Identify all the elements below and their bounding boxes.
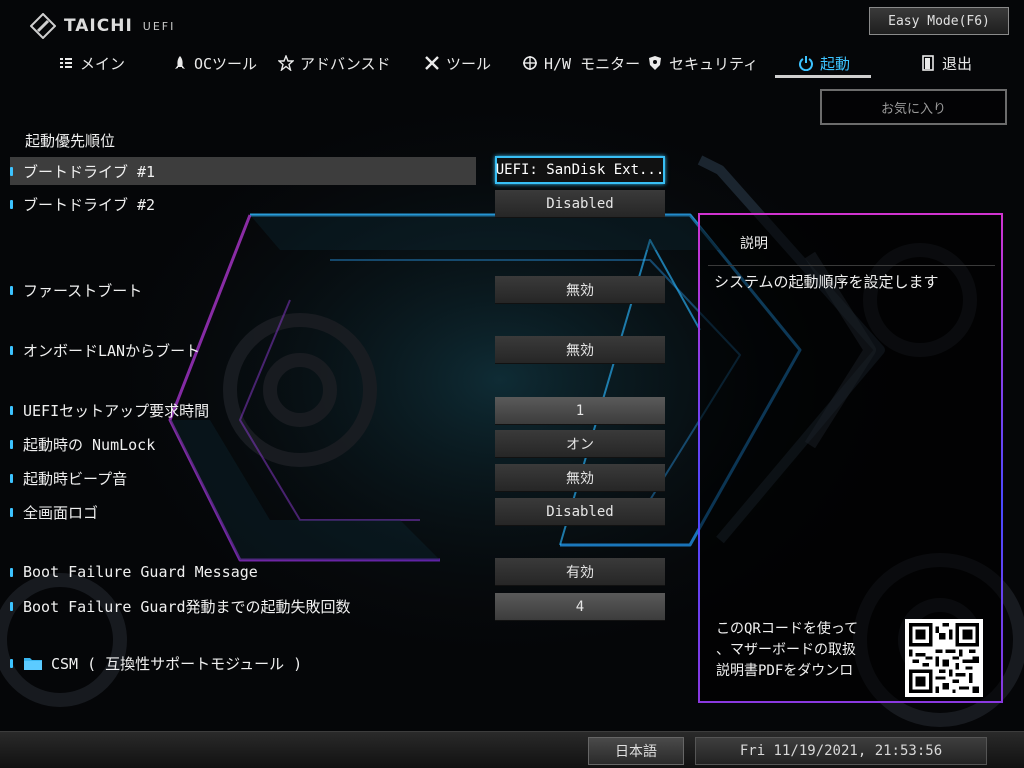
tools-icon <box>425 56 439 70</box>
qr-caption-line: 説明書PDFをダウンロ <box>716 663 854 679</box>
uefi-setup-timeout-input[interactable]: 1 <box>495 397 665 425</box>
setting-label: 起動時の NumLock <box>23 435 156 454</box>
boot-failure-guard-message-value[interactable]: 有効 <box>495 558 665 586</box>
row-bullet <box>10 601 13 611</box>
row-bullet <box>10 567 13 577</box>
tab-security[interactable]: セキュリティ <box>647 48 758 78</box>
row-bullet <box>10 405 13 415</box>
logo-text: TAICHI <box>64 16 133 36</box>
datetime-display: Fri 11/19/2021, 21:53:56 <box>695 737 987 765</box>
setting-full-screen-logo[interactable]: 全画面ロゴ <box>10 498 98 526</box>
taichi-logo: TAICHI UEFI <box>30 12 175 40</box>
row-bullet <box>10 658 13 668</box>
description-text: システムの起動順序を設定します <box>714 273 939 291</box>
csm-submenu[interactable]: CSM ( 互換性サポートモジュール ) <box>10 649 302 677</box>
setting-label: Boot Failure Guard発動までの起動失敗回数 <box>23 597 351 616</box>
csm-label: CSM ( 互換性サポートモジュール ) <box>51 654 303 673</box>
fast-boot-value[interactable]: 無効 <box>495 276 665 304</box>
tab-advanced[interactable]: アドバンスド <box>278 48 390 78</box>
tab-boot[interactable]: 起動 <box>798 48 850 78</box>
setting-boot-failure-guard-count[interactable]: Boot Failure Guard発動までの起動失敗回数 <box>10 592 351 620</box>
crosshair-icon <box>523 56 537 70</box>
setting-label: 起動時ビープ音 <box>23 469 128 488</box>
boot-failure-guard-count-input[interactable]: 4 <box>495 593 665 621</box>
easy-mode-button[interactable]: Easy Mode(F6) <box>869 7 1009 35</box>
tab-tools[interactable]: ツール <box>424 48 491 78</box>
tab-main-label: メイン <box>80 54 126 73</box>
setting-boot-failure-guard-message[interactable]: Boot Failure Guard Message <box>10 558 258 586</box>
setting-bootup-numlock[interactable]: 起動時の NumLock <box>10 430 155 458</box>
tab-advanced-label: アドバンスド <box>300 54 391 73</box>
row-bullet <box>10 166 13 176</box>
setting-label: ブートドライブ #1 <box>23 162 156 181</box>
tab-tools-label: ツール <box>446 54 492 73</box>
row-bullet <box>10 439 13 449</box>
qr-code-image <box>905 619 983 697</box>
logo-subtext: UEFI <box>142 19 176 33</box>
row-bullet <box>10 285 13 295</box>
favorites-button[interactable]: お気に入り <box>820 89 1007 125</box>
shield-icon <box>649 56 661 70</box>
description-title: 説明 <box>740 236 768 252</box>
setting-label: Boot Failure Guard Message <box>23 563 258 581</box>
row-bullet <box>10 199 13 209</box>
boot-priority-title: 起動優先順位 <box>25 132 116 150</box>
setting-label: ファーストブート <box>23 281 143 300</box>
setting-onboard-lan-boot[interactable]: オンボードLANからブート <box>10 336 200 364</box>
bootup-numlock-value[interactable]: オン <box>495 430 665 458</box>
tab-hw-monitor[interactable]: H/W モニター <box>522 48 640 78</box>
active-tab-underline <box>775 75 871 78</box>
setting-fast-boot[interactable]: ファーストブート <box>10 276 142 304</box>
tab-security-label: セキュリティ <box>669 54 759 73</box>
full-screen-logo-value[interactable]: Disabled <box>495 498 665 526</box>
setting-label: 全画面ロゴ <box>23 503 99 522</box>
description-divider <box>708 265 995 266</box>
tab-hw-monitor-label: H/W モニター <box>544 54 641 73</box>
folder-icon <box>24 658 42 670</box>
setting-label: ブートドライブ #2 <box>23 195 156 214</box>
exit-door-icon <box>922 55 934 71</box>
row-bullet <box>10 507 13 517</box>
row-bullet <box>10 473 13 483</box>
tab-boot-label: 起動 <box>820 54 851 73</box>
onboard-lan-boot-value[interactable]: 無効 <box>495 336 665 364</box>
description-panel: 説明 システムの起動順序を設定します このQRコードを使って 、マザーボードの取… <box>698 213 1003 703</box>
tab-exit-label: 退出 <box>942 54 973 73</box>
rocket-icon <box>175 56 185 69</box>
qr-caption: このQRコードを使って 、マザーボードの取扱 説明書PDFをダウンロ <box>716 619 886 682</box>
boot-drive-1-value[interactable]: UEFI: SanDisk Ext... <box>495 156 665 184</box>
tab-oc-tools-label: OCツール <box>194 54 258 73</box>
language-button[interactable]: 日本語 <box>588 737 684 765</box>
qr-caption-line: 、マザーボードの取扱 <box>716 642 856 658</box>
setting-boot-drive-2[interactable]: ブートドライブ #2 <box>10 190 155 218</box>
taichi-logo-icon <box>30 13 56 39</box>
list-icon <box>60 58 72 68</box>
tab-exit[interactable]: 退出 <box>920 48 972 78</box>
row-bullet <box>10 345 13 355</box>
setting-label: オンボードLANからブート <box>23 341 201 360</box>
qr-caption-line: このQRコードを使って <box>716 621 859 637</box>
setting-boot-drive-1[interactable]: ブートドライブ #1 <box>10 157 476 185</box>
boot-beep-value[interactable]: 無効 <box>495 464 665 492</box>
setting-boot-beep[interactable]: 起動時ビープ音 <box>10 464 127 492</box>
setting-label: UEFIセットアップ要求時間 <box>23 401 210 420</box>
setting-uefi-setup-timeout[interactable]: UEFIセットアップ要求時間 <box>10 396 209 424</box>
boot-drive-2-value[interactable]: Disabled <box>495 190 665 218</box>
tab-main[interactable]: メイン <box>58 48 125 78</box>
tab-oc-tools[interactable]: OCツール <box>172 48 257 78</box>
star-icon <box>278 55 294 71</box>
power-icon <box>799 56 813 71</box>
